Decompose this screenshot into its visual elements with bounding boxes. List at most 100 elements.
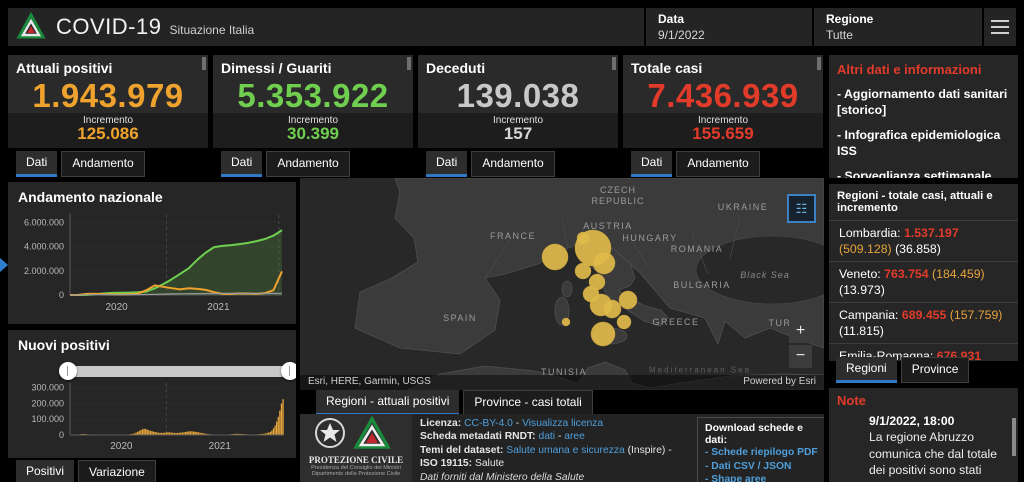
time-range-slider[interactable] [68,366,290,377]
tab-dati[interactable]: Dati [426,151,467,177]
tab-regioni-attuali-positivi[interactable]: Regioni - attuali positivi [316,390,459,416]
link-aggiornamento-dati[interactable]: - Aggiornamento dati sanitari [storico] [837,86,1010,118]
incremento-value: 157 [418,126,618,142]
region-totale: 689.455 [902,308,946,322]
tab-positivi[interactable]: Positivi [16,460,74,482]
download-shape-link[interactable]: - Shape aree [705,473,824,482]
map-label-spain: SPAIN [443,313,477,323]
map-label-romania: ROMANIA [671,244,724,254]
svg-text:6.000.000: 6.000.000 [24,217,64,227]
link-sorveglianza-regioni[interactable]: - Sorveglianza settimanale Regioni [837,168,1010,178]
panel-expander-arrow-icon[interactable] [0,258,8,272]
tab-variazione[interactable]: Variazione [78,460,156,482]
svg-text:2021: 2021 [209,441,232,452]
date-value: 9/1/2022 [658,28,800,42]
layer-list-button[interactable]: ☷ [787,194,816,223]
note-text: La regione Abruzzo comunica che dal tota… [869,429,1004,482]
attribution-sources: Esri, HERE, Garmin, USGS [308,376,431,387]
app-title: COVID-19 [56,14,161,40]
download-title: Download schede e dati: [705,422,824,446]
map-label-czech: CZECH REPUBLIC [583,185,653,207]
tab-dati[interactable]: Dati [631,151,672,177]
svg-text:100.000: 100.000 [31,414,64,424]
hamburger-menu-icon[interactable] [982,8,1016,46]
aree-link[interactable]: aree [564,431,585,442]
salute-umana-link[interactable]: Salute umana e sicurezza [506,445,624,456]
note-timestamp: 9/1/2022, 18:00 [869,413,1004,429]
tab-andamento[interactable]: Andamento [676,151,759,177]
header: COVID-19 Situazione Italia Data 9/1/2022… [8,8,1016,46]
nuovi-positivi-panel: Nuovi positivi 0100.000200.000300.000202… [8,330,296,458]
slider-handle-right[interactable] [281,362,296,380]
tab-dati[interactable]: Dati [16,151,57,177]
map-label-austria: AUSTRIA [583,221,633,231]
dati-forniti-line: Dati forniti dal Ministero della Salute [420,471,692,482]
regioni-province-tabs: Regioni Province [836,357,969,383]
card-scrollbar[interactable] [407,57,411,70]
zoom-in-button[interactable]: + [789,320,812,343]
dati-link[interactable]: dati [538,431,555,442]
tab-dati[interactable]: Dati [221,151,262,177]
region-row-lombardia[interactable]: Lombardia: 1.537.197 (509.128) (36.858) [829,220,1018,261]
map-tabs: Regioni - attuali positivi Province - ca… [316,390,593,416]
region-attuali: (184.459) [932,267,985,281]
tab-andamento[interactable]: Andamento [61,151,144,177]
card-attuali-positivi: Attuali positivi 1.943.979 Incremento 12… [8,55,208,148]
iso-value: Salute [472,458,504,469]
tab-regioni[interactable]: Regioni [836,357,897,383]
slider-handle-left[interactable] [59,362,77,380]
map-label-france: FRANCE [490,231,536,241]
andamento-nazionale-chart[interactable]: 02.000.0004.000.0006.000.00020202021 [8,207,296,322]
license-text: Licenza: CC-BY-4.0 - Visualizza licenza … [420,417,692,482]
map-label-bulgaria: BULGARIA [673,280,731,290]
visualizza-licenza-link[interactable]: Visualizza licenza [522,418,603,429]
region-totale: 1.537.197 [904,226,959,240]
licenza-label: Licenza: [420,418,461,429]
svg-text:300.000: 300.000 [31,383,64,393]
card1-tabs: Dati Andamento [16,151,145,177]
powered-by-esri[interactable]: Powered by Esri [743,376,816,387]
map-label-ukraine: UKRAINE [718,202,769,212]
tab-province-casi-totali[interactable]: Province - casi totali [463,390,592,416]
card-totale-casi: Totale casi 7.436.939 Incremento 155.659 [623,55,823,148]
region-name: Campania: [839,308,898,322]
regioni-list-panel: Regioni - totale casi, attuali e increme… [829,184,1018,361]
region-incremento: (36.858) [895,242,941,256]
europe-map[interactable]: CZECH REPUBLIC UKRAINE FRANCE AUSTRIA HU… [300,178,824,390]
svg-text:200.000: 200.000 [31,398,64,408]
card-scrollbar[interactable] [612,57,616,70]
tab-province[interactable]: Province [901,357,970,383]
region-incremento: (13.973) [839,283,885,297]
note-scrollbar[interactable] [1012,418,1016,456]
svg-text:2.000.000: 2.000.000 [24,266,64,276]
card-title: Dimessi / Guariti [213,55,413,76]
map-label-greece: GREECE [652,317,699,327]
nuovi-positivi-chart[interactable]: 0100.000200.000300.00020202021 [8,377,296,453]
metadati-label: Scheda metadati RNDT: [420,431,536,442]
region-attuali: (157.759) [950,308,1003,322]
card-scrollbar[interactable] [817,57,821,70]
link-infografica-iss[interactable]: - Infografica epidemiologica ISS [837,127,1010,159]
tab-andamento[interactable]: Andamento [471,151,554,177]
region-row-campania[interactable]: Campania: 689.455 (157.759) (11.815) [829,302,1018,343]
card-scrollbar[interactable] [202,57,206,70]
header-date-block[interactable]: Data 9/1/2022 [644,8,812,46]
covid-dashboard: COVID-19 Situazione Italia Data 9/1/2022… [0,0,1024,482]
region-row-veneto[interactable]: Veneto: 763.754 (184.459) (13.973) [829,261,1018,302]
download-csv-json-link[interactable]: - Dati CSV / JSON [705,460,824,474]
protezione-civile-emblem-icon [300,414,412,454]
zoom-out-button[interactable]: − [789,345,812,368]
region-value: Tutte [826,28,970,42]
svg-text:2020: 2020 [110,441,133,452]
map-label-black-sea: Black Sea [740,270,790,280]
cc-by-link[interactable]: CC-BY-4.0 [464,418,513,429]
org-subtitle-2: Dipartimento della Protezione Civile [300,471,412,477]
org-name: PROTEZIONE CIVILE [300,455,412,465]
altri-dati-panel: Altri dati e informazioni - Aggiornament… [829,55,1018,178]
tab-andamento[interactable]: Andamento [266,151,349,177]
note-title: Note [829,388,1018,411]
header-region-block[interactable]: Regione Tutte [812,8,982,46]
license-panel: PROTEZIONE CIVILE Presidenza del Consigl… [300,414,824,482]
note-panel: Note 9/1/2022, 18:00 La regione Abruzzo … [829,388,1018,482]
download-pdf-link[interactable]: - Schede riepilogo PDF [705,446,824,460]
